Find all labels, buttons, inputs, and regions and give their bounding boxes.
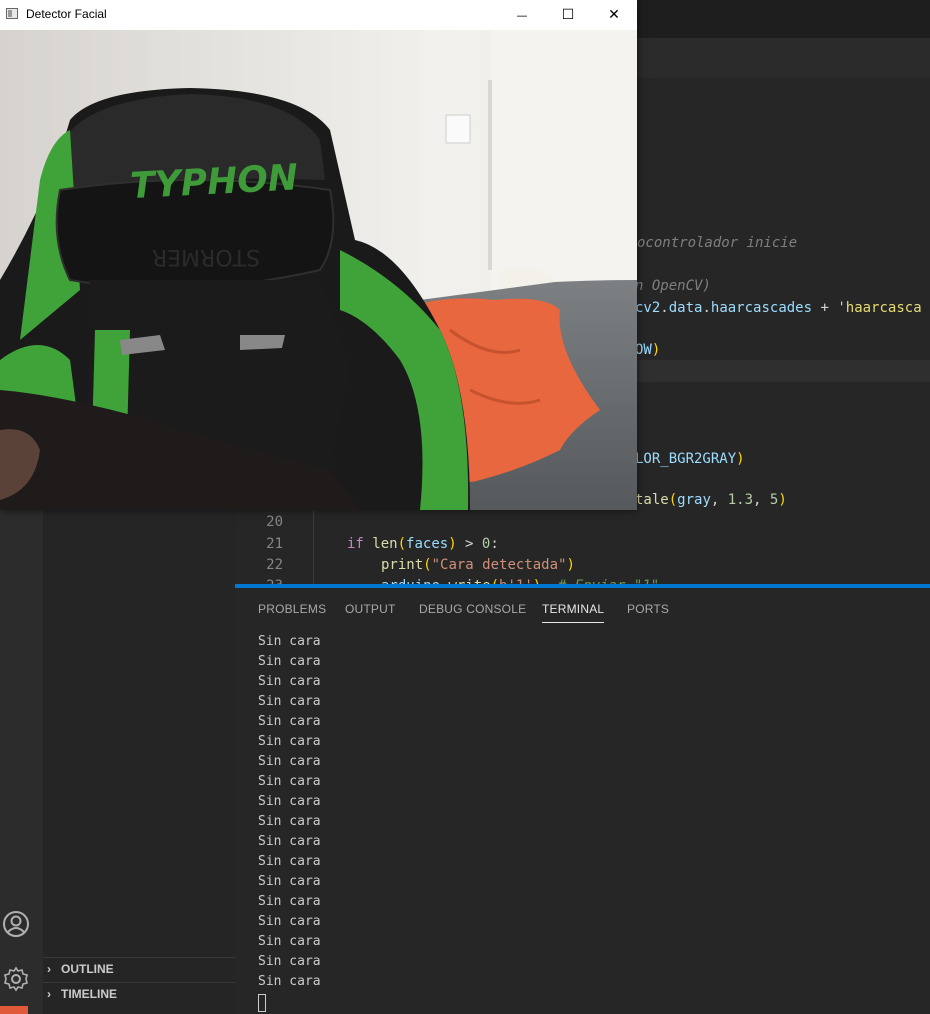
- minimize-button[interactable]: —: [499, 0, 545, 30]
- code-fragment: ocontrolador inicie: [637, 235, 798, 251]
- terminal-line: Sin cara: [258, 634, 321, 649]
- terminal-line: Sin cara: [258, 894, 321, 909]
- line-number: 22: [266, 557, 283, 573]
- terminal-line: Sin cara: [258, 774, 321, 789]
- terminal-line: Sin cara: [258, 674, 321, 689]
- detector-facial-window[interactable]: Detector Facial — ☐ ✕ TYPHON STORMER: [0, 0, 637, 510]
- tab-problems[interactable]: PROBLEMS: [258, 602, 326, 616]
- terminal-cursor: [258, 994, 266, 1012]
- chevron-right-icon: ›: [47, 987, 51, 1001]
- terminal-line: Sin cara: [258, 714, 321, 729]
- close-icon: ✕: [608, 7, 620, 23]
- gear-icon[interactable]: [2, 965, 30, 993]
- camera-feed: TYPHON STORMER: [0, 30, 637, 510]
- chair-brand-text: TYPHON: [129, 157, 299, 207]
- code-fragment: tale(gray, 1.3, 5): [635, 492, 787, 508]
- panel-tabs: PROBLEMS OUTPUT DEBUG CONSOLE TERMINAL P…: [235, 588, 930, 628]
- status-remote-icon[interactable]: [0, 1006, 28, 1014]
- code-fragment: OW): [635, 342, 661, 358]
- terminal-line: Sin cara: [258, 654, 321, 669]
- timeline-label: TIMELINE: [61, 987, 117, 1001]
- code-line-23: arduino.write(b'1') # Enviar "1": [381, 575, 659, 584]
- terminal-line: Sin cara: [258, 834, 321, 849]
- tab-debug-console[interactable]: DEBUG CONSOLE: [419, 602, 526, 616]
- line-number: 21: [266, 536, 283, 552]
- window-title: Detector Facial: [26, 7, 107, 21]
- terminal-line: Sin cara: [258, 954, 321, 969]
- terminal-line: Sin cara: [258, 914, 321, 929]
- timeline-section[interactable]: › TIMELINE: [47, 987, 117, 1001]
- minimize-icon: —: [516, 8, 528, 22]
- outline-section[interactable]: › OUTLINE: [47, 962, 114, 976]
- tab-ports[interactable]: PORTS: [627, 602, 669, 616]
- terminal-line: Sin cara: [258, 854, 321, 869]
- outline-label: OUTLINE: [61, 962, 114, 976]
- camera-frame-image: TYPHON STORMER: [0, 30, 637, 510]
- tab-terminal[interactable]: TERMINAL: [542, 602, 605, 623]
- terminal-line: Sin cara: [258, 694, 321, 709]
- terminal-line: Sin cara: [258, 934, 321, 949]
- terminal-line: Sin cara: [258, 974, 321, 989]
- chevron-right-icon: ›: [47, 962, 51, 976]
- bottom-panel: PROBLEMS OUTPUT DEBUG CONSOLE TERMINAL P…: [235, 584, 930, 1014]
- code-line-21: if len(faces) > 0:: [347, 536, 499, 552]
- terminal-line: Sin cara: [258, 734, 321, 749]
- terminal-line: Sin cara: [258, 874, 321, 889]
- window-titlebar[interactable]: Detector Facial — ☐ ✕: [0, 0, 637, 30]
- terminal-line: Sin cara: [258, 794, 321, 809]
- terminal-prompt[interactable]: [258, 992, 321, 1012]
- maximize-button[interactable]: ☐: [545, 0, 591, 30]
- close-button[interactable]: ✕: [591, 0, 637, 30]
- line-number: 23: [235, 575, 283, 584]
- app-icon: [6, 8, 18, 19]
- code-line-22: print("Cara detectada"): [381, 557, 575, 573]
- chair-sub-text: STORMER: [152, 244, 260, 269]
- line-number: 20: [266, 514, 283, 530]
- terminal-output[interactable]: Sin cara Sin cara Sin cara Sin cara Sin cara…: [258, 632, 321, 1012]
- account-icon[interactable]: [2, 910, 30, 938]
- code-fragment: cv2.data.haarcascades + 'haarcasca: [635, 300, 922, 316]
- maximize-icon: ☐: [561, 7, 575, 23]
- code-fragment: n OpenCV): [635, 278, 711, 294]
- terminal-line: Sin cara: [258, 814, 321, 829]
- code-fragment: LOR_BGR2GRAY): [635, 451, 745, 467]
- terminal-line: Sin cara: [258, 754, 321, 769]
- tab-output[interactable]: OUTPUT: [345, 602, 396, 616]
